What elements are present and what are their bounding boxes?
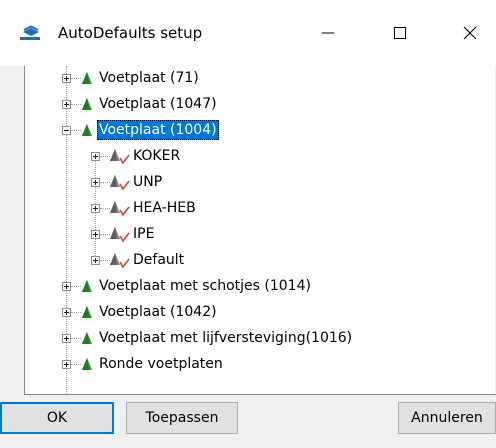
- close-button[interactable]: [448, 18, 492, 48]
- tree-item-label: HEA-HEB: [133, 200, 196, 216]
- expand-icon[interactable]: [91, 256, 100, 265]
- green-profile-icon: [81, 278, 93, 298]
- title-bar: AutoDefaults setup: [0, 0, 496, 66]
- tree-item[interactable]: KOKER: [25, 144, 475, 170]
- tree-item-label: Ronde voetplaten: [99, 356, 223, 372]
- tree-item-label: KOKER: [133, 148, 181, 164]
- ok-button[interactable]: OK: [0, 402, 114, 434]
- collapse-icon[interactable]: [62, 126, 71, 135]
- tree-item-label: Voetplaat (71): [99, 70, 199, 86]
- expand-icon[interactable]: [62, 74, 71, 83]
- expand-icon[interactable]: [62, 282, 71, 291]
- grey-profile-check-icon: [109, 174, 131, 196]
- tree-connector-line: [71, 338, 81, 339]
- autodefaults-app-icon: [19, 24, 43, 42]
- green-profile-icon: [81, 122, 93, 142]
- grey-profile-check-icon: [109, 148, 131, 170]
- tree-connector-line: [71, 78, 81, 79]
- tree-item[interactable]: UNP: [25, 170, 475, 196]
- expand-icon[interactable]: [91, 204, 100, 213]
- green-profile-icon: [81, 304, 93, 324]
- green-profile-icon: [81, 356, 93, 376]
- tree-connector-line: [71, 364, 81, 365]
- tree-connector-line: [71, 104, 81, 105]
- tree-item-label: Voetplaat (1042): [99, 304, 217, 320]
- tree-item-label: IPE: [133, 226, 155, 242]
- tree-item[interactable]: Ronde voetplaten: [25, 352, 475, 378]
- expand-icon[interactable]: [62, 308, 71, 317]
- tree-item[interactable]: HEA-HEB: [25, 196, 475, 222]
- close-icon: [463, 26, 477, 40]
- tree-item-label: Default: [133, 252, 185, 268]
- grey-profile-check-icon: [109, 252, 131, 274]
- maximize-button[interactable]: [378, 18, 422, 48]
- cancel-button[interactable]: Annuleren: [398, 402, 496, 434]
- tree-item[interactable]: Voetplaat (1042): [25, 300, 475, 326]
- tree-item-label: Voetplaat met schotjes (1014): [99, 278, 311, 294]
- tree-item[interactable]: IPE: [25, 222, 475, 248]
- grey-profile-check-icon: [109, 200, 131, 222]
- green-profile-icon: [81, 96, 93, 116]
- expand-icon[interactable]: [62, 100, 71, 109]
- maximize-icon: [394, 27, 406, 39]
- minimize-icon: [322, 32, 334, 34]
- window-title: AutoDefaults setup: [58, 24, 203, 42]
- tree-connector-line: [71, 130, 81, 131]
- expand-icon[interactable]: [62, 334, 71, 343]
- tree-item[interactable]: Voetplaat (1047): [25, 92, 475, 118]
- tree-item-label: Voetplaat (1004): [97, 120, 219, 140]
- expand-icon[interactable]: [62, 360, 71, 369]
- tree-item-label: UNP: [133, 174, 163, 190]
- tree-item-label: Voetplaat met lijfversteviging(1016): [99, 330, 353, 346]
- expand-icon[interactable]: [91, 230, 100, 239]
- tree-item[interactable]: Voetplaat (1004): [25, 118, 475, 144]
- grey-profile-check-icon: [109, 226, 131, 248]
- apply-button[interactable]: Toepassen: [126, 402, 238, 434]
- green-profile-icon: [81, 330, 93, 350]
- tree-item[interactable]: Voetplaat met lijfversteviging(1016): [25, 326, 475, 352]
- tree-connector-line: [71, 312, 81, 313]
- tree-item[interactable]: Voetplaat met schotjes (1014): [25, 274, 475, 300]
- tree-connector-line: [71, 286, 81, 287]
- expand-icon[interactable]: [91, 178, 100, 187]
- tree-item[interactable]: Voetplaat (71): [25, 66, 475, 92]
- expand-icon[interactable]: [91, 152, 100, 161]
- minimize-button[interactable]: [306, 18, 350, 48]
- autodefaults-tree[interactable]: Voetplaat (71) Voetplaat (1047) Voetplaat …: [24, 66, 496, 395]
- green-profile-icon: [81, 70, 93, 90]
- tree-item[interactable]: Default: [25, 248, 475, 274]
- tree-item-label: Voetplaat (1047): [99, 96, 217, 112]
